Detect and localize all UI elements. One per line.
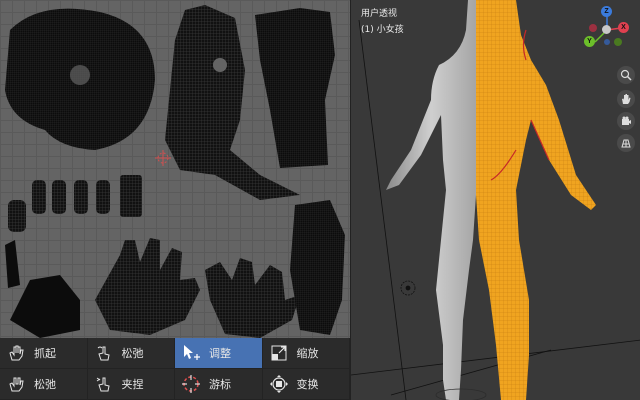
tool-label: 游标 — [209, 378, 231, 391]
uv-islands-fingers — [8, 175, 142, 232]
uv-islands-canvas[interactable] — [0, 0, 350, 340]
tool-label: 夹捏 — [121, 378, 144, 391]
tool-pinch[interactable]: 夹捏 — [87, 369, 175, 400]
light-object — [400, 280, 416, 296]
uv-island-hand-right — [205, 258, 300, 338]
tool-grab[interactable]: 抓起 — [0, 338, 88, 369]
3d-viewport[interactable]: 用户透视 (1) 小女孩 Z X Y — [350, 0, 640, 400]
camera-view-button[interactable] — [617, 112, 635, 130]
hand-grab-icon — [6, 343, 26, 363]
tool-transform[interactable]: 变换 — [262, 369, 350, 400]
uv-island-foot — [10, 275, 80, 338]
magnifier-icon — [620, 69, 632, 81]
uv-island-arm — [290, 200, 345, 335]
scale-icon — [269, 343, 289, 363]
tool-label: 松弛 — [121, 347, 144, 360]
tool-tweak[interactable]: 调整 — [175, 338, 263, 369]
cursor-target-icon — [181, 374, 201, 394]
transform-icon — [269, 374, 289, 394]
tool-label: 松弛 — [34, 378, 56, 391]
uv-island-hand-left — [95, 238, 200, 335]
mesh-body-unselected — [386, 0, 476, 400]
pinch-icon — [94, 374, 114, 394]
tool-cursor[interactable]: 游标 — [175, 369, 263, 400]
gizmo-y-axis: Y — [584, 36, 595, 47]
tool-relax-2[interactable]: 松弛 — [0, 369, 88, 400]
pinch-icon — [94, 343, 114, 363]
pinch-icon — [6, 374, 26, 394]
tweak-cursor-icon — [181, 343, 201, 363]
viewport-object-name: (1) 小女孩 — [361, 25, 404, 35]
gizmo-center — [602, 25, 611, 34]
pan-view-button[interactable] — [617, 90, 635, 108]
tool-label: 调整 — [209, 347, 231, 360]
uv-2d-cursor — [155, 150, 171, 166]
navigation-gizmo[interactable]: Z X Y — [573, 2, 637, 52]
hand-icon — [622, 94, 631, 104]
tool-relax[interactable]: 松弛 — [87, 338, 175, 369]
gizmo-x-axis[interactable]: X — [618, 22, 629, 33]
zoom-view-button[interactable] — [617, 66, 635, 84]
tool-palette: 抓起 松弛 调整 缩放 松弛 夹捏 游标 变换 — [0, 338, 350, 400]
uv-editor-panel[interactable]: 抓起 松弛 调整 缩放 松弛 夹捏 游标 变换 — [0, 0, 350, 400]
tool-label: 抓起 — [34, 347, 56, 360]
camera-icon — [622, 116, 631, 125]
viewport-scene[interactable] — [351, 0, 640, 400]
tool-label: 变换 — [296, 378, 319, 391]
uv-island-torso-back — [255, 8, 335, 168]
uv-island-small — [5, 240, 20, 288]
mesh-body-selected — [476, 0, 596, 400]
toggle-projection-button[interactable] — [617, 134, 635, 152]
tool-scale[interactable]: 缩放 — [262, 338, 350, 369]
gizmo-z-axis[interactable]: Z — [601, 6, 612, 17]
tool-label: 缩放 — [296, 347, 319, 360]
grid-icon — [621, 139, 631, 148]
viewport-view-name: 用户透视 — [361, 9, 398, 19]
